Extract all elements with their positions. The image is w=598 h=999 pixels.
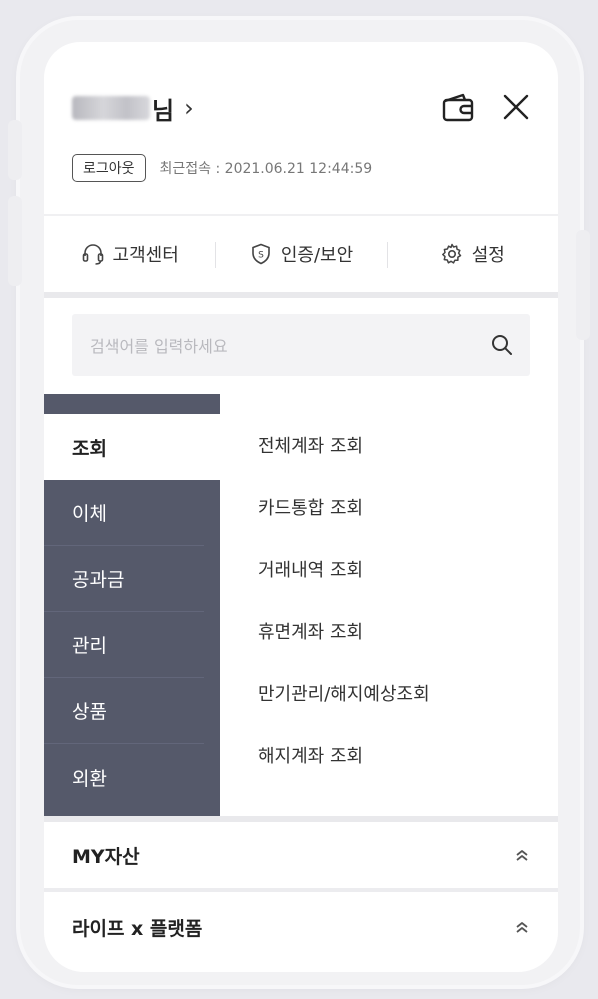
section-my-assets[interactable]: MY자산 [44,822,558,888]
phone-side-button [8,120,22,180]
section-life-platform-label: 라이프 x 플랫폼 [72,917,203,940]
logout-button[interactable]: 로그아웃 [72,154,146,182]
category-menu-top [44,394,220,414]
user-honorific: 님 [152,96,175,125]
submenu-item[interactable]: 휴면계좌 조회 [258,600,538,662]
category-list: 이체 공과금 관리 상품 외환 [44,480,220,816]
phone-side-button [576,230,590,340]
quick-settings[interactable]: 설정 [386,216,558,292]
category-item-foreign-exchange[interactable]: 외환 [44,744,204,810]
last-login-time: 최근접속 : 2021.06.21 12:44:59 [159,161,373,177]
quick-menu: 고객센터 S 인증/보안 설정 [44,216,558,292]
search-icon[interactable] [490,333,514,357]
category-item-utility-bills[interactable]: 공과금 [44,546,204,612]
close-icon[interactable] [499,90,533,124]
double-chevron-up-icon [516,922,528,933]
phone-side-button [8,196,22,286]
user-name-redacted [72,96,150,120]
quick-settings-label: 설정 [471,245,505,266]
svg-text:S: S [258,251,264,261]
quick-auth-security[interactable]: S 인증/보안 [215,216,386,292]
category-item-management[interactable]: 관리 [44,612,204,678]
headset-icon [82,244,103,265]
submenu-item[interactable]: 전체계좌 조회 [258,414,538,476]
menu-screen: 님 › 로그아웃 최근접속 : 2021.06.21 12:44:59 고객센터… [44,42,558,972]
category-item-transfer[interactable]: 이체 [44,480,204,546]
user-profile-link[interactable]: 님 › [72,90,194,126]
quick-customer-center-label: 고객센터 [112,245,179,266]
category-item-inquiry[interactable]: 조회 [44,414,220,480]
section-my-assets-label: MY자산 [72,845,140,868]
wallet-icon[interactable] [441,92,475,122]
quick-auth-security-label: 인증/보안 [280,245,354,266]
search-input[interactable] [88,314,472,378]
section-divider [44,292,558,298]
search-box [72,314,530,378]
submenu-item[interactable]: 카드통합 조회 [258,476,538,538]
section-life-platform[interactable]: 라이프 x 플랫폼 [44,894,558,960]
submenu-item[interactable]: 거래내역 조회 [258,538,538,600]
category-item-products[interactable]: 상품 [44,678,204,744]
shield-icon: S [252,243,270,265]
chevron-right-icon: › [184,94,194,122]
gear-icon [441,243,461,264]
section-divider [44,888,558,892]
category-menu: 조회 이체 공과금 관리 상품 외환 [44,394,220,816]
double-chevron-up-icon [516,850,528,861]
submenu-list: 전체계좌 조회 카드통합 조회 거래내역 조회 휴면계좌 조회 만기관리/해지예… [258,414,538,786]
login-info-row: 로그아웃 최근접속 : 2021.06.21 12:44:59 [72,154,372,182]
quick-customer-center[interactable]: 고객센터 [44,216,215,292]
submenu-item[interactable]: 만기관리/해지예상조회 [258,662,538,724]
submenu-item[interactable]: 해지계좌 조회 [258,724,538,786]
